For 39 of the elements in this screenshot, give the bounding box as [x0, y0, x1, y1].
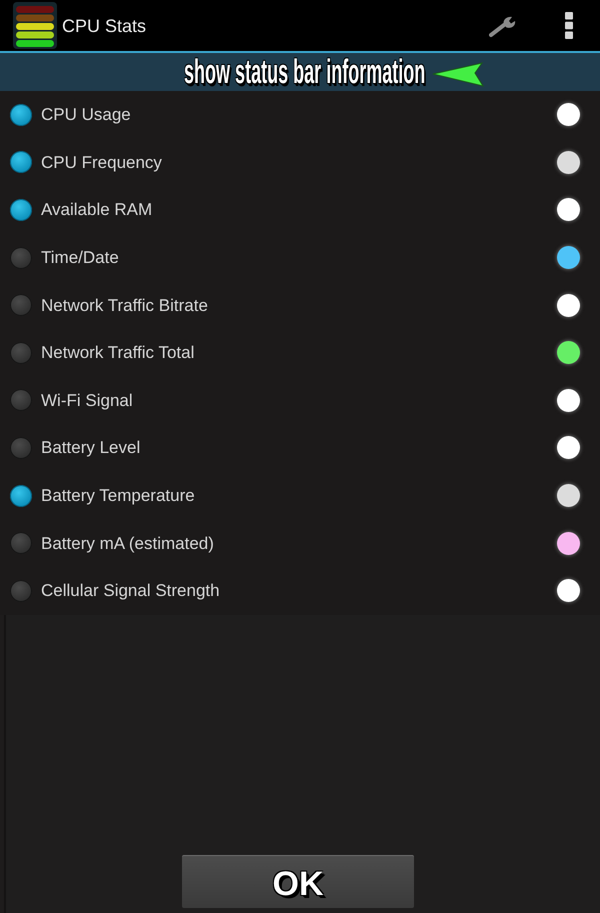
color-swatch-icon[interactable] [557, 579, 580, 602]
item-label: Cellular Signal Strength [41, 582, 220, 600]
item-label: Battery mA (estimated) [41, 534, 214, 552]
checkbox[interactable] [10, 198, 32, 221]
item-label: Network Traffic Total [41, 344, 194, 362]
checkbox[interactable] [10, 436, 32, 459]
ok-button[interactable]: OK [182, 855, 414, 908]
color-swatch-icon[interactable] [557, 294, 580, 317]
color-swatch-icon[interactable] [557, 246, 580, 270]
checkbox[interactable] [10, 389, 32, 412]
color-swatch-icon[interactable] [557, 150, 580, 174]
color-swatch-icon[interactable] [557, 198, 580, 222]
color-swatch-icon[interactable] [557, 103, 580, 126]
checkbox[interactable] [10, 580, 32, 602]
color-swatch-icon[interactable] [557, 484, 580, 508]
color-swatch-icon[interactable] [557, 532, 580, 555]
item-label: Network Traffic Bitrate [41, 296, 208, 314]
checkbox[interactable] [10, 532, 32, 554]
item-label: Battery Temperature [41, 487, 195, 504]
item-label: Wi-Fi Signal [41, 392, 133, 409]
checkbox[interactable] [10, 104, 32, 126]
app-title: CPU Stats [62, 16, 146, 34]
checkbox[interactable] [10, 342, 32, 364]
item-label: CPU Usage [41, 106, 131, 124]
item-label: Battery Level [41, 439, 140, 456]
checkbox[interactable] [10, 151, 32, 174]
color-swatch-icon[interactable] [557, 388, 580, 412]
checkbox[interactable] [10, 484, 32, 507]
level-bars-icon [13, 2, 57, 49]
more-options-icon[interactable] [565, 12, 573, 39]
checkbox[interactable] [10, 246, 32, 269]
caption-text: show status bar information [184, 55, 426, 89]
item-label: CPU Frequency [41, 154, 162, 171]
pointer-arrow-icon [432, 62, 484, 86]
color-swatch-icon[interactable] [557, 436, 580, 460]
item-label: Time/Date [41, 249, 119, 266]
checkbox[interactable] [10, 294, 32, 316]
item-label: Available RAM [41, 201, 152, 218]
color-swatch-icon[interactable] [557, 341, 580, 364]
